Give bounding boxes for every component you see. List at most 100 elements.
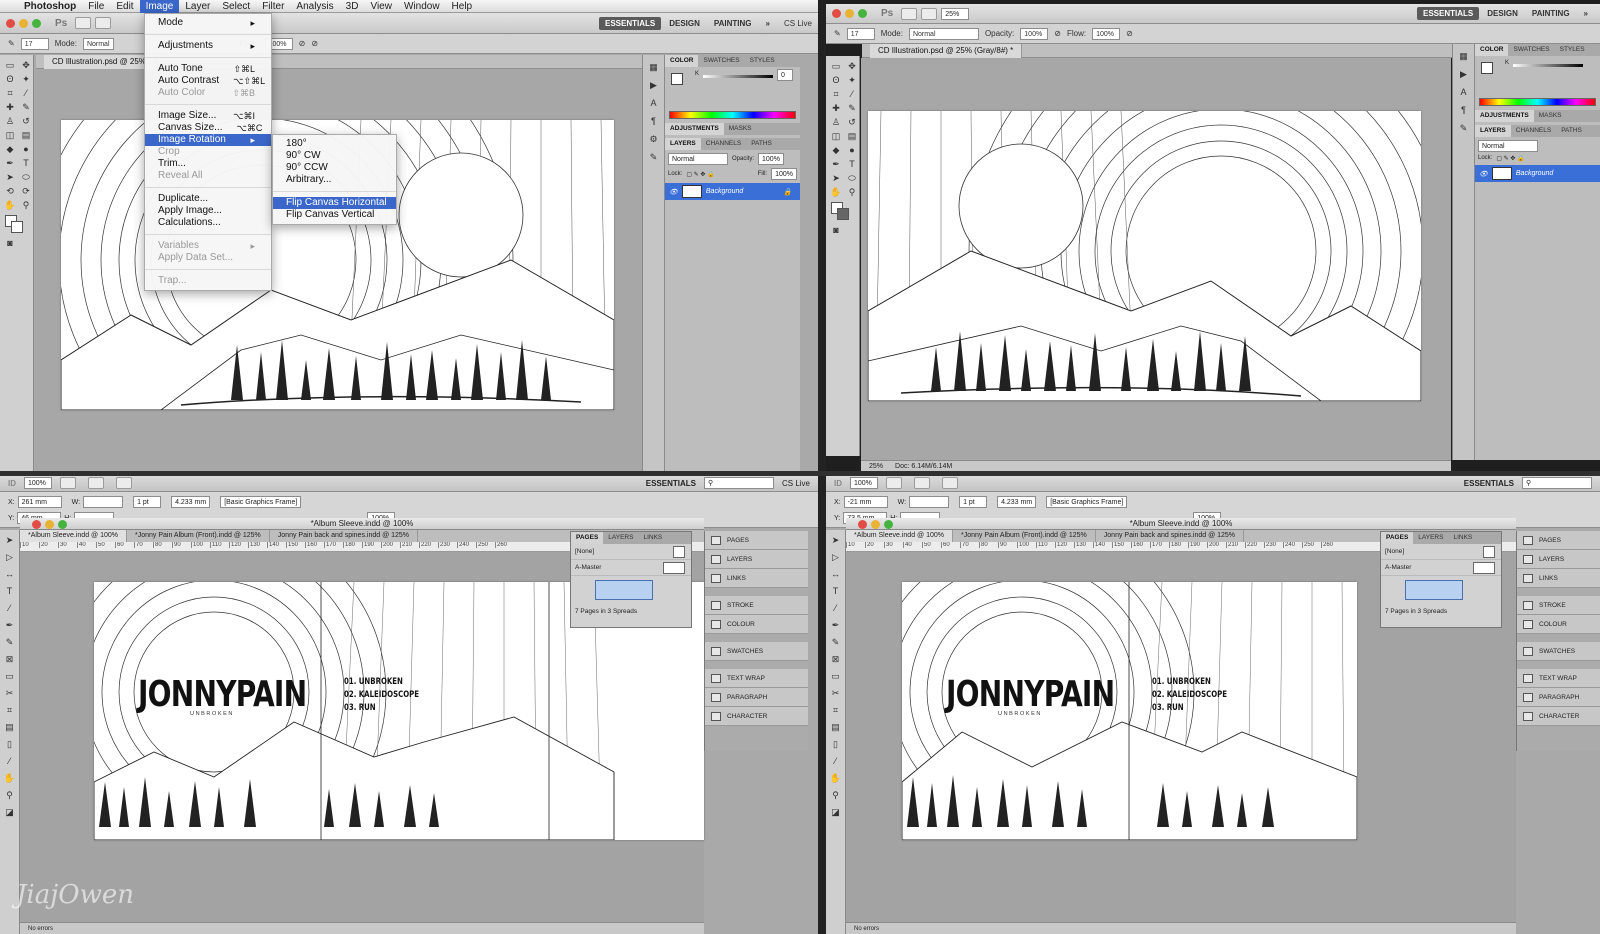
eyedropper-icon[interactable]: ⁄ xyxy=(19,87,33,99)
tab-album-front[interactable]: *Jonny Pain Album (Front).indd @ 125% xyxy=(127,530,270,542)
airbrush-icon[interactable]: ⊘ xyxy=(1126,29,1133,38)
zoom-window-icon[interactable] xyxy=(58,520,67,529)
zoom-icon[interactable]: ⚲ xyxy=(845,186,859,198)
screen-mode-button[interactable] xyxy=(914,477,930,489)
crop-tool-icon[interactable]: ⌗ xyxy=(3,87,17,99)
tab-paths[interactable]: PATHS xyxy=(746,138,777,150)
rect-frame-icon[interactable]: ⊠ xyxy=(3,653,17,665)
eyedropper-icon[interactable]: ⁄ xyxy=(829,755,843,767)
history-panel-icon[interactable]: ▦ xyxy=(646,61,662,73)
history-brush-icon[interactable]: ↺ xyxy=(845,116,859,128)
tablet-pressure-icon[interactable]: ⊘ xyxy=(311,39,318,48)
color-swatches[interactable] xyxy=(3,213,33,235)
pencil-tool-icon[interactable]: ✎ xyxy=(3,636,17,648)
dock-item-pages[interactable]: PAGES xyxy=(705,531,808,550)
quick-mask-icon[interactable]: ◙ xyxy=(3,237,17,249)
minimize-window-icon[interactable] xyxy=(19,18,28,28)
zoom-window-icon[interactable] xyxy=(32,18,41,28)
transform-icon[interactable]: ⌗ xyxy=(3,704,17,716)
tab-swatches[interactable]: SWATCHES xyxy=(1508,44,1554,56)
character-panel-icon[interactable]: A xyxy=(1456,86,1472,98)
page-thumbnails[interactable] xyxy=(1381,576,1501,604)
brush-icon[interactable]: ✎ xyxy=(19,101,33,113)
menu-3d[interactable]: 3D xyxy=(340,0,365,13)
image-menu-item-canvas-size[interactable]: Canvas Size... ⌥⌘C xyxy=(145,122,271,134)
close-window-icon[interactable] xyxy=(832,9,841,18)
shape-icon[interactable]: ⬭ xyxy=(845,172,859,184)
id-workspace-switcher[interactable]: ESSENTIALS xyxy=(646,479,696,488)
3d-orbit-icon[interactable]: ⟳ xyxy=(19,185,33,197)
dock-item-links[interactable]: LINKS xyxy=(1517,569,1600,588)
pages-none-row[interactable]: [None] xyxy=(1381,544,1501,560)
tab-channels[interactable]: CHANNELS xyxy=(1511,125,1556,137)
size-field[interactable]: 4.233 mm xyxy=(997,496,1037,508)
selection-tool-icon[interactable]: ➤ xyxy=(829,534,843,546)
workspace-more-icon[interactable]: » xyxy=(760,17,776,30)
w-field[interactable] xyxy=(83,496,124,508)
tab-back-spines[interactable]: Jonny Pain back and spines.indd @ 125% xyxy=(270,530,419,542)
blur-icon[interactable]: ◆ xyxy=(829,144,843,156)
gradient-icon[interactable]: ▤ xyxy=(19,129,33,141)
dodge-icon[interactable]: ● xyxy=(845,144,859,156)
tab-adjustments[interactable]: ADJUSTMENTS xyxy=(1475,110,1534,122)
tab-channels[interactable]: CHANNELS xyxy=(701,138,746,150)
foreground-color-swatch[interactable] xyxy=(1481,62,1493,74)
tab-links[interactable]: LINKS xyxy=(1448,532,1477,544)
stroke-weight-field[interactable]: 1 pt xyxy=(959,496,988,508)
menu-edit[interactable]: Edit xyxy=(110,0,139,13)
lasso-tool-icon[interactable]: ʘ xyxy=(3,73,17,85)
image-menu-item-mode[interactable]: Mode ▸ xyxy=(145,17,271,29)
dock-item-colour[interactable]: COLOUR xyxy=(1517,615,1600,634)
dock-item-pages[interactable]: PAGES xyxy=(1517,531,1600,550)
hand-icon[interactable]: ✋ xyxy=(3,199,17,211)
menu-image[interactable]: Image xyxy=(139,0,180,13)
tab-swatches[interactable]: SWATCHES xyxy=(698,55,744,67)
close-window-icon[interactable] xyxy=(6,18,15,28)
menu-file[interactable]: File xyxy=(82,0,110,13)
rotation-menu-item-90-cw[interactable]: 90° CW xyxy=(273,150,396,162)
tool-presets-icon[interactable]: ⚙ xyxy=(646,133,662,145)
color-swatches[interactable] xyxy=(829,200,859,222)
brush-tool-icon[interactable]: ✎ xyxy=(834,29,841,38)
opacity-field[interactable]: 100% xyxy=(1020,27,1049,40)
line-tool-icon[interactable]: ⁄ xyxy=(3,602,17,614)
eye-icon[interactable]: 👁 xyxy=(1479,170,1488,178)
tab-layers[interactable]: LAYERS xyxy=(1413,532,1448,544)
minimize-window-icon[interactable] xyxy=(45,520,54,529)
clone-stamp-icon[interactable]: ♙ xyxy=(829,116,843,128)
marquee-tool-icon[interactable]: ▭ xyxy=(3,59,17,71)
foreground-color-swatch[interactable] xyxy=(671,73,683,85)
3d-rotate-icon[interactable]: ⟲ xyxy=(3,185,17,197)
rect-frame-icon[interactable]: ⊠ xyxy=(829,653,843,665)
menu-app[interactable]: Photoshop xyxy=(18,0,82,13)
crop-tool-icon[interactable]: ⌗ xyxy=(829,88,843,100)
line-tool-icon[interactable]: ⁄ xyxy=(829,602,843,614)
brush-panel-icon[interactable]: ✎ xyxy=(646,151,662,163)
apple-icon[interactable] xyxy=(0,0,18,13)
id-zoom-field[interactable]: 100% xyxy=(24,477,52,489)
eye-icon[interactable]: 👁 xyxy=(669,188,678,196)
dock-item-links[interactable]: LINKS xyxy=(705,569,808,588)
menu-select[interactable]: Select xyxy=(216,0,256,13)
dodge-icon[interactable]: ● xyxy=(19,143,33,155)
healing-brush-icon[interactable]: ✚ xyxy=(829,102,843,114)
rotation-menu-item-flip-canvas-horizontal[interactable]: Flip Canvas Horizontal xyxy=(273,197,396,209)
dock-item-layers[interactable]: LAYERS xyxy=(1517,550,1600,569)
id-search-field[interactable]: ⚲ xyxy=(703,477,774,489)
eraser-icon[interactable]: ◫ xyxy=(3,129,17,141)
gap-tool-icon[interactable]: ↔ xyxy=(3,568,17,580)
tab-layers[interactable]: LAYERS xyxy=(665,138,701,150)
tab-styles[interactable]: STYLES xyxy=(745,55,780,67)
tab-layers[interactable]: LAYERS xyxy=(603,532,638,544)
menu-view[interactable]: View xyxy=(364,0,398,13)
gradient-icon[interactable]: ▤ xyxy=(845,130,859,142)
tab-color[interactable]: COLOR xyxy=(665,55,699,67)
dock-item-swatches[interactable]: SWATCHES xyxy=(1517,642,1600,661)
dock-item-character[interactable]: CHARACTER xyxy=(1517,707,1600,726)
tab-masks[interactable]: MASKS xyxy=(724,123,757,135)
type-icon[interactable]: T xyxy=(845,158,859,170)
paragraph-panel-icon[interactable]: ¶ xyxy=(646,115,662,127)
scissors-icon[interactable]: ✂ xyxy=(3,687,17,699)
pen-tool-icon[interactable]: ✒ xyxy=(3,619,17,631)
rotation-menu-item-flip-canvas-vertical[interactable]: Flip Canvas Vertical xyxy=(273,209,396,221)
